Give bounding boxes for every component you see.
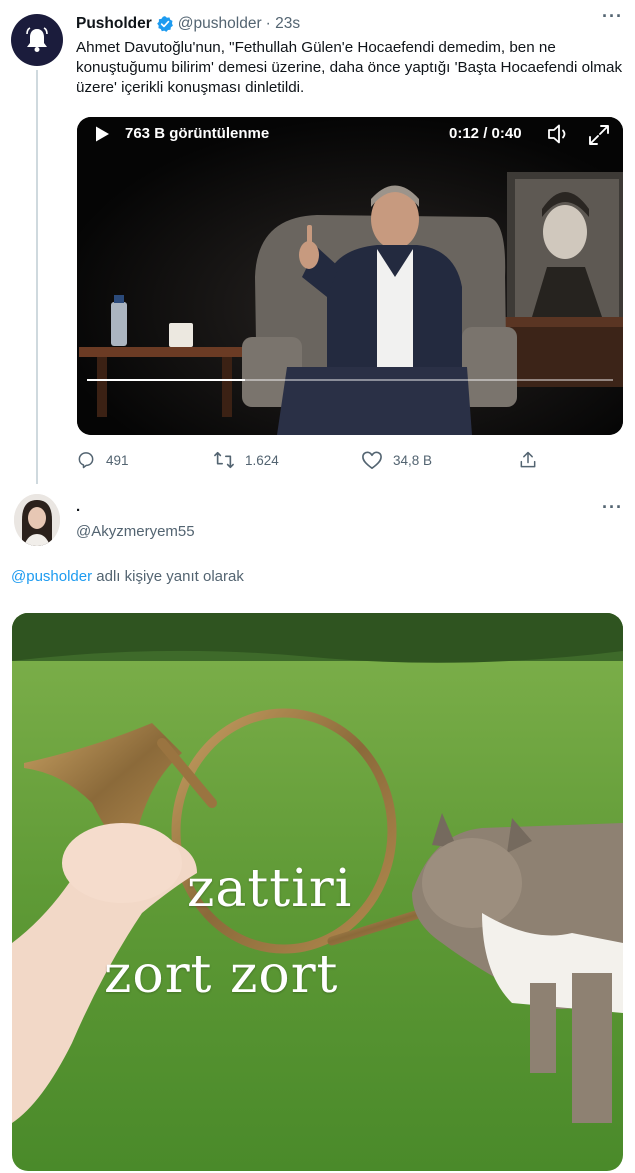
tweet-text: Ahmet Davutoğlu'nun, "Fethullah Gülen'e … (76, 39, 623, 96)
share-icon (520, 451, 536, 468)
reply-media-image[interactable]: zattiri zort zort (12, 613, 623, 1171)
profile-photo (14, 494, 60, 546)
replying-to: @pusholder adlı kişiye yanıt olarak (11, 568, 244, 585)
reply-author-handle[interactable]: @Akyzmeryem55 (76, 523, 195, 540)
reply-count: 491 (106, 452, 129, 468)
tweet-header: Pusholder @pusholder · 23s (76, 14, 300, 34)
author-handle[interactable]: @pusholder (178, 15, 262, 33)
retweet-action[interactable]: 1.624 (213, 450, 279, 470)
play-button[interactable] (93, 125, 111, 148)
meme-caption-line1: zattiri (187, 859, 353, 919)
thread-line (36, 70, 38, 484)
play-icon (96, 126, 109, 142)
fullscreen-button[interactable] (587, 123, 611, 152)
video-progress-track[interactable] (87, 379, 613, 381)
video-progress-fill (87, 379, 245, 381)
video-frame (77, 117, 623, 435)
replying-to-text: adlı kişiye yanıt olarak (92, 568, 244, 585)
video-time: 0:12 / 0:40 (449, 125, 522, 142)
bell-icon (26, 27, 48, 52)
author-name[interactable]: Pusholder (76, 15, 152, 33)
fullscreen-icon (589, 125, 609, 145)
pusholder-avatar[interactable] (11, 14, 63, 66)
reply-more-options-icon[interactable]: ··· (602, 497, 623, 518)
reply-author-avatar[interactable] (14, 494, 60, 546)
tweet-actions: 491 1.624 34,8 B (76, 450, 556, 472)
video-view-count: 763 B görüntülenme (125, 125, 270, 142)
volume-muted-icon (548, 124, 566, 144)
like-action[interactable]: 34,8 B (361, 450, 432, 470)
more-options-icon[interactable]: ··· (602, 6, 623, 27)
heart-icon (362, 451, 382, 469)
tweet-time[interactable]: · 23s (266, 15, 300, 33)
reply-action[interactable]: 491 (76, 450, 129, 470)
meme-caption-line2: zort zort (104, 945, 339, 1005)
main-tweet: Pusholder @pusholder · 23s ··· Ahmet Dav… (0, 0, 635, 484)
retweet-icon (214, 451, 234, 469)
verified-badge-icon (156, 16, 173, 32)
share-action[interactable] (518, 450, 548, 470)
retweet-count: 1.624 (245, 452, 279, 468)
replying-to-mention[interactable]: @pusholder (11, 568, 92, 585)
reply-author-name[interactable]: . (76, 498, 80, 515)
reply-icon (78, 452, 94, 469)
like-count: 34,8 B (393, 452, 433, 468)
video-player[interactable]: 763 B görüntülenme 0:12 / 0:40 (77, 117, 623, 435)
volume-button[interactable] (547, 123, 571, 150)
